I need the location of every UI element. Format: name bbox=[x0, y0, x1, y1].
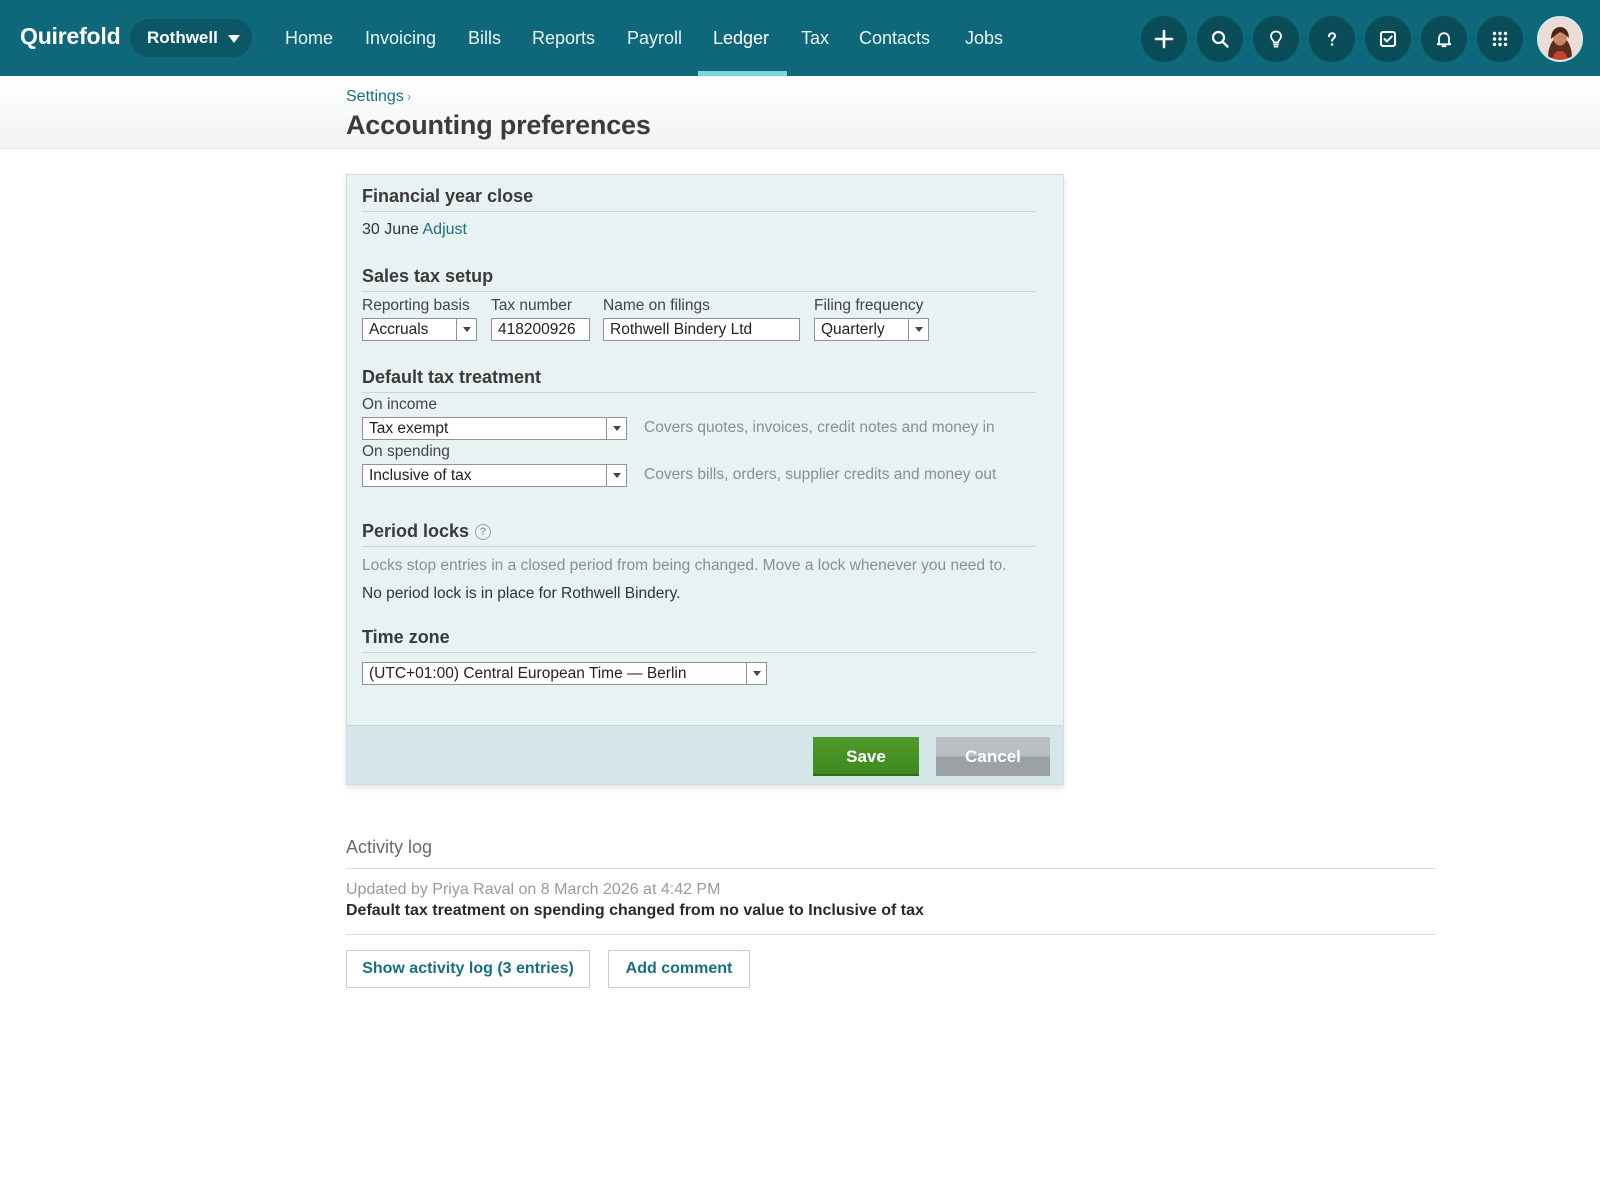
default-tax-heading: Default tax treatment bbox=[362, 367, 1035, 393]
activity-log-heading: Activity log bbox=[346, 837, 1436, 869]
show-activity-log-button[interactable]: Show activity log (3 entries) bbox=[346, 950, 590, 988]
notifications-button[interactable] bbox=[1421, 16, 1467, 62]
nav-home[interactable]: Home bbox=[285, 0, 333, 76]
add-comment-button[interactable]: Add comment bbox=[608, 950, 750, 988]
activity-entry-detail: Default tax treatment on spending change… bbox=[346, 902, 924, 919]
name-on-filings-input[interactable]: Rothwell Bindery Ltd bbox=[603, 318, 800, 341]
income-tax-select[interactable]: Tax exempt bbox=[362, 417, 627, 440]
nav-ledger[interactable]: Ledger bbox=[713, 0, 769, 76]
spending-tax-select[interactable]: Inclusive of tax bbox=[362, 464, 627, 487]
top-navigation-bar: Quirefold Rothwell Home Invoicing Bills … bbox=[0, 0, 1600, 76]
nav-contacts[interactable]: Contacts bbox=[859, 0, 930, 76]
apps-grid-icon bbox=[1492, 31, 1508, 47]
help-circle-icon[interactable]: ? bbox=[475, 524, 492, 540]
bell-icon bbox=[1436, 32, 1452, 48]
time-zone-select[interactable]: (UTC+01:00) Central European Time — Berl… bbox=[362, 662, 767, 685]
financial-year-value: 30 June bbox=[362, 221, 419, 238]
plus-icon bbox=[1154, 29, 1174, 49]
nav-reports[interactable]: Reports bbox=[532, 0, 595, 76]
sales-tax-heading: Sales tax setup bbox=[362, 266, 1035, 292]
organisation-name: Rothwell bbox=[147, 28, 218, 47]
adjust-financial-year-link[interactable]: Adjust bbox=[423, 221, 467, 238]
lightbulb-icon bbox=[1270, 30, 1282, 48]
nav-bills[interactable]: Bills bbox=[468, 0, 501, 76]
time-zone-value: (UTC+01:00) Central European Time — Berl… bbox=[369, 665, 687, 682]
income-hint: Covers quotes, invoices, credit notes an… bbox=[644, 419, 995, 436]
nav-payroll[interactable]: Payroll bbox=[627, 0, 682, 76]
time-zone-heading: Time zone bbox=[362, 627, 1035, 653]
help-icon bbox=[1328, 32, 1337, 46]
tax-number-label: Tax number bbox=[491, 297, 572, 314]
period-locks-title: Period locks bbox=[362, 521, 470, 541]
user-avatar[interactable] bbox=[1537, 16, 1583, 62]
search-button[interactable] bbox=[1197, 16, 1243, 62]
user-avatar-image bbox=[1539, 18, 1581, 60]
chevron-down-icon[interactable] bbox=[746, 663, 766, 684]
nav-invoicing[interactable]: Invoicing bbox=[365, 0, 436, 76]
income-tax-value: Tax exempt bbox=[369, 420, 449, 437]
apps-button[interactable] bbox=[1477, 16, 1523, 62]
on-income-label: On income bbox=[362, 396, 437, 413]
spending-tax-value: Inclusive of tax bbox=[369, 467, 472, 484]
financial-year-heading: Financial year close bbox=[362, 186, 1035, 212]
nav-jobs[interactable]: Jobs bbox=[965, 0, 1003, 76]
nav-tax[interactable]: Tax bbox=[801, 0, 829, 76]
organisation-switcher[interactable]: Rothwell bbox=[130, 19, 252, 57]
name-on-filings-label: Name on filings bbox=[603, 297, 710, 314]
on-spending-label: On spending bbox=[362, 443, 450, 460]
page-title: Accounting preferences bbox=[346, 110, 651, 140]
reporting-basis-label: Reporting basis bbox=[362, 297, 470, 314]
chevron-down-icon bbox=[227, 34, 240, 43]
breadcrumb-settings-link[interactable]: Settings bbox=[346, 88, 404, 105]
period-locks-status: No period lock is in place for Rothwell … bbox=[362, 585, 681, 602]
chevron-down-icon[interactable] bbox=[456, 319, 476, 340]
suggestions-button[interactable] bbox=[1253, 16, 1299, 62]
chevron-down-icon[interactable] bbox=[606, 465, 626, 486]
cancel-button[interactable]: Cancel bbox=[936, 737, 1050, 776]
chevron-down-icon[interactable] bbox=[908, 319, 928, 340]
activity-divider bbox=[346, 934, 1436, 935]
form-actions: Save Cancel bbox=[347, 725, 1063, 784]
filing-frequency-select[interactable]: Quarterly bbox=[814, 318, 929, 341]
app-logo[interactable]: Quirefold bbox=[20, 23, 121, 50]
reporting-basis-value: Accruals bbox=[369, 321, 429, 338]
period-locks-heading: Period locks? bbox=[362, 521, 1035, 547]
filing-frequency-label: Filing frequency bbox=[814, 297, 924, 314]
tasks-icon bbox=[1380, 31, 1396, 47]
chevron-down-icon[interactable] bbox=[606, 418, 626, 439]
help-button[interactable] bbox=[1309, 16, 1355, 62]
period-locks-description: Locks stop entries in a closed period fr… bbox=[362, 557, 1007, 574]
breadcrumb-separator: › bbox=[406, 89, 412, 104]
spending-hint: Covers bills, orders, supplier credits a… bbox=[644, 466, 997, 483]
tax-number-input[interactable]: 418200926 bbox=[491, 318, 590, 341]
financial-year-row: 30 June Adjust bbox=[362, 221, 467, 239]
filing-frequency-value: Quarterly bbox=[821, 321, 885, 338]
breadcrumb[interactable]: Settings › bbox=[346, 88, 411, 106]
reporting-basis-select[interactable]: Accruals bbox=[362, 318, 477, 341]
activity-entry-meta: Updated by Priya Raval on 8 March 2026 a… bbox=[346, 881, 721, 898]
add-new-button[interactable] bbox=[1141, 16, 1187, 62]
save-button[interactable]: Save bbox=[813, 737, 919, 776]
search-icon bbox=[1211, 30, 1229, 48]
accounting-preferences-form: Financial year close 30 June Adjust Sale… bbox=[346, 174, 1064, 785]
tasks-button[interactable] bbox=[1365, 16, 1411, 62]
page-header: Settings › Accounting preferences bbox=[0, 76, 1600, 149]
